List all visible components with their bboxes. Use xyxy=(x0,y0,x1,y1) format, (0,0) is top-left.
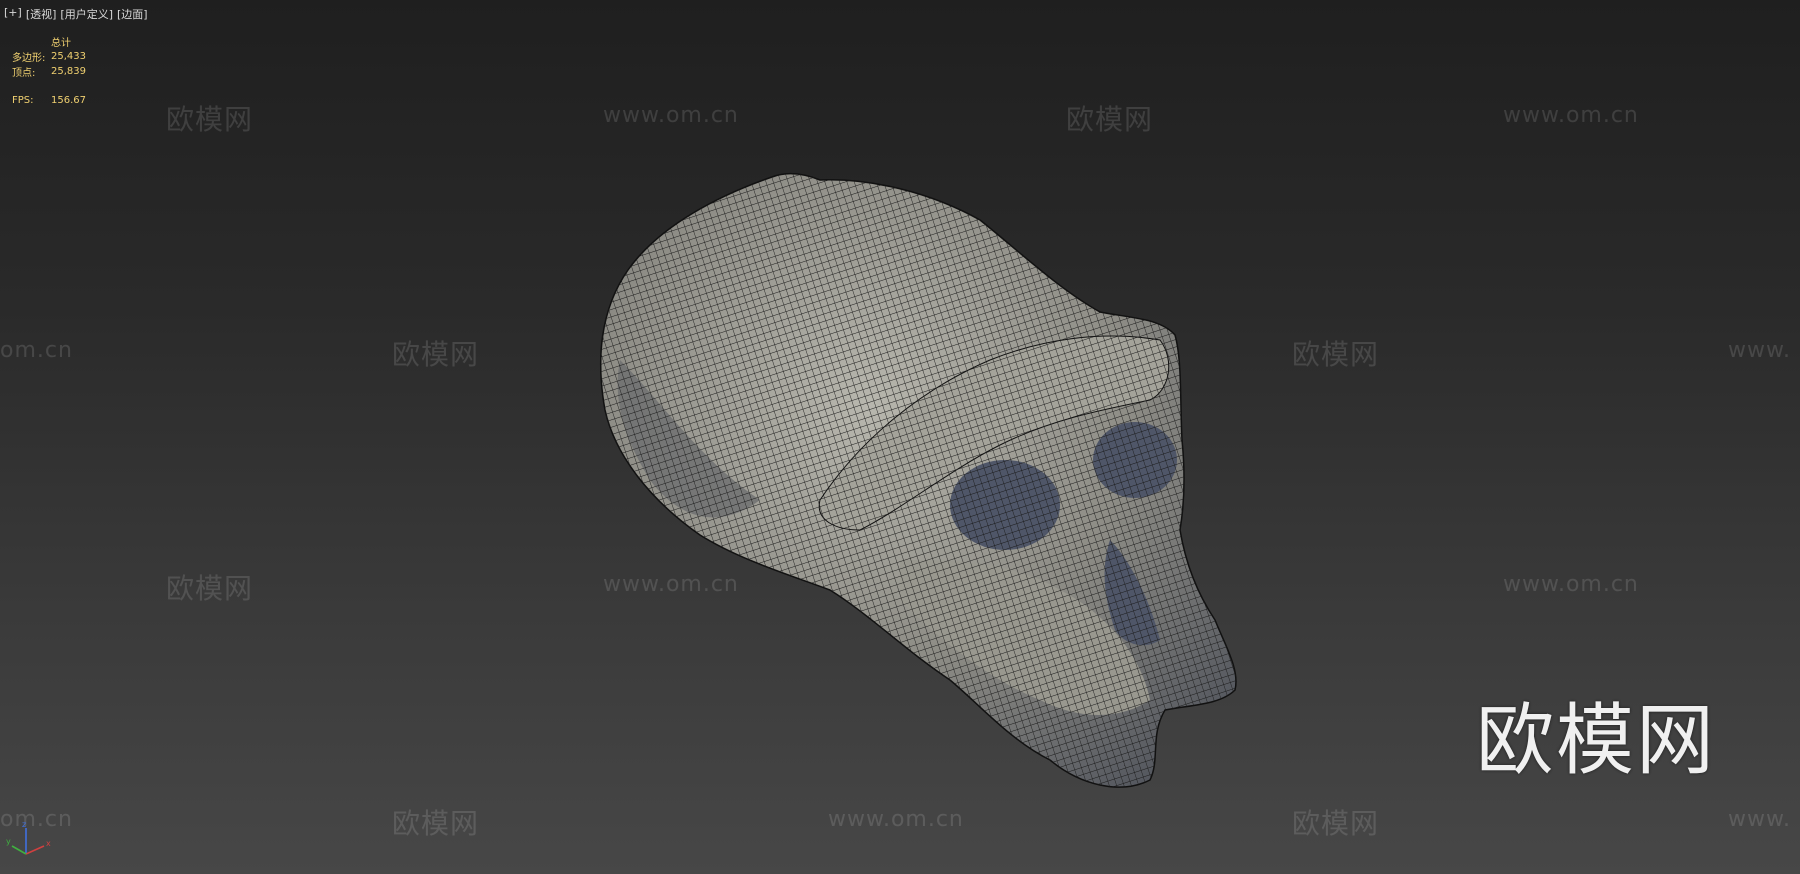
perspective-viewport[interactable]: [+] [透视] [用户定义] [边面] 总计 多边形: 25,433 顶点: … xyxy=(0,0,1800,874)
watermark-brand-large: 欧模网 xyxy=(1476,696,1717,786)
skull-body xyxy=(599,172,1237,788)
axis-gizmo-icon: y x z xyxy=(6,820,51,855)
svg-text:z: z xyxy=(22,820,26,829)
svg-text:x: x xyxy=(46,839,51,848)
svg-text:y: y xyxy=(6,837,11,846)
